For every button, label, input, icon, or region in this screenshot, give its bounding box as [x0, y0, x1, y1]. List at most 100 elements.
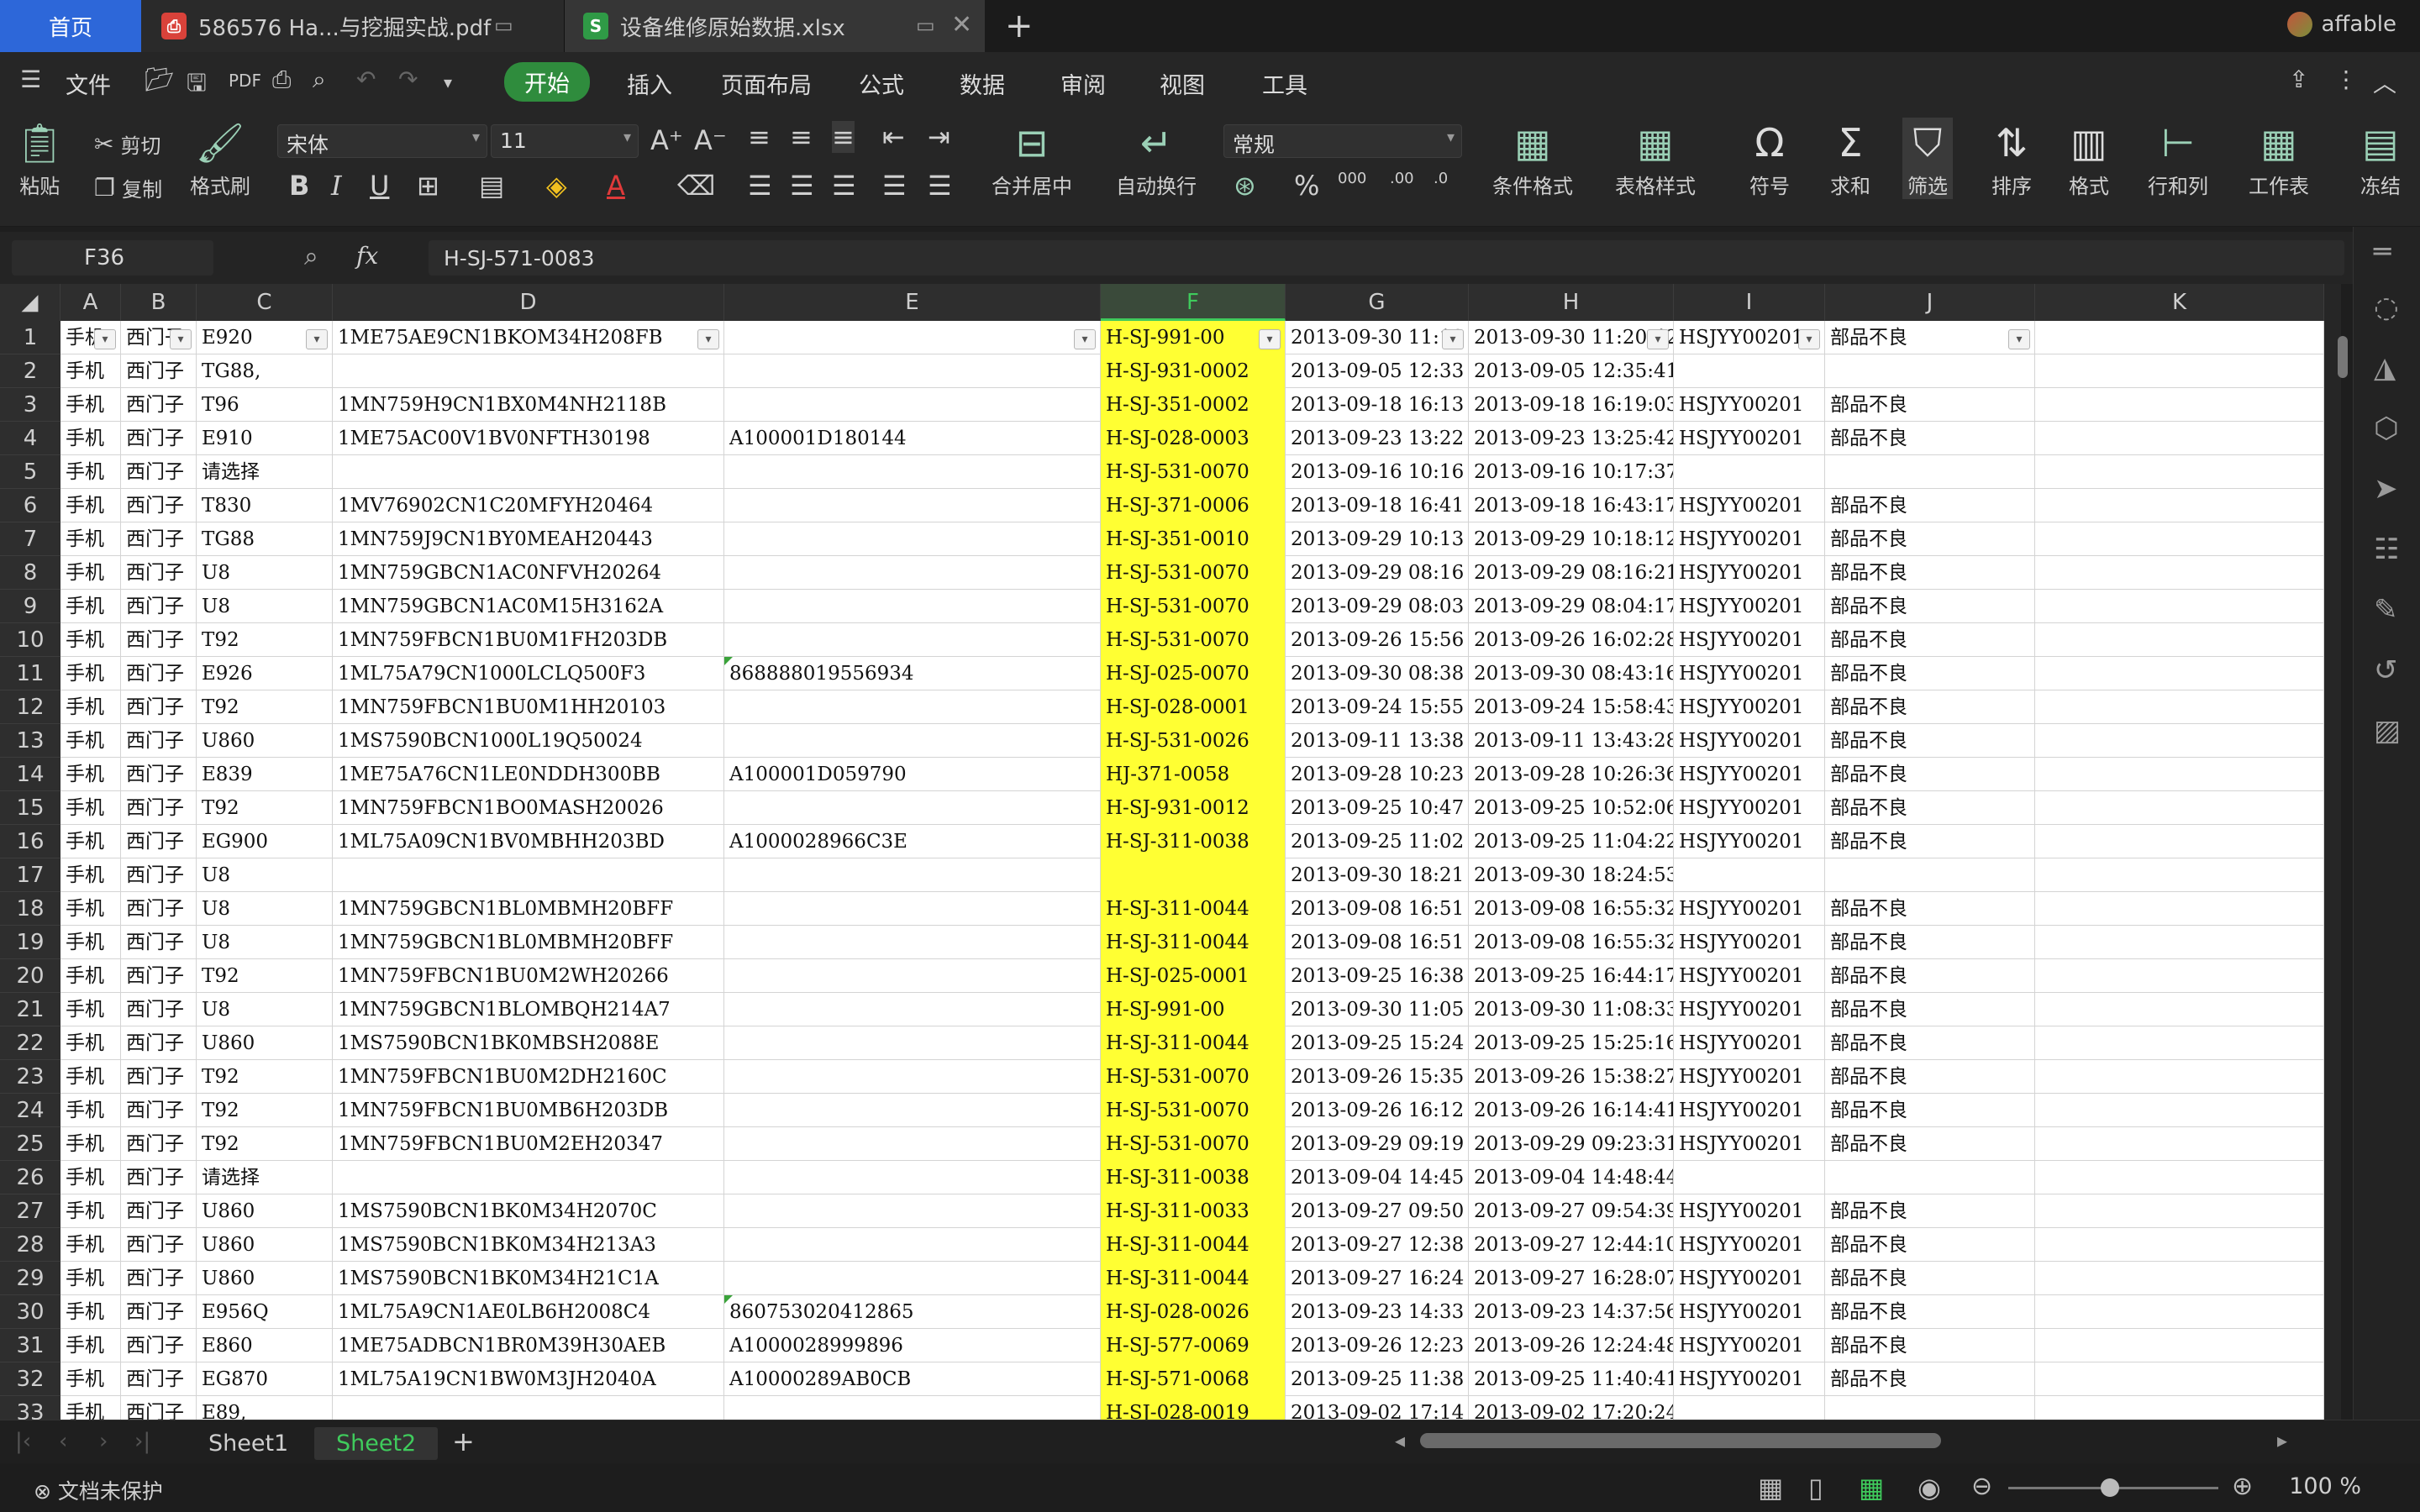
column-header-k[interactable]: K [2035, 284, 2324, 321]
cell-k[interactable] [2035, 690, 2324, 724]
cell-i[interactable]: HSJYY00201 [1674, 1026, 1825, 1060]
cell-j[interactable]: 部品不良 [1825, 724, 2035, 758]
increase-indent-icon[interactable]: ⇥ [928, 121, 950, 153]
cell-b[interactable]: 西门子 [121, 1396, 197, 1420]
cell-j[interactable] [1825, 354, 2035, 388]
cell-j[interactable]: 部品不良 [1825, 959, 2035, 993]
cell-j[interactable]: 部品不良 [1825, 690, 2035, 724]
edit-icon[interactable]: ✎ [2374, 593, 2398, 627]
cell-d[interactable]: 1MS7590BCN1BK0M34H213A3 [333, 1228, 724, 1262]
cell-f[interactable]: H-SJ-311-0044 [1101, 1262, 1286, 1295]
cell-e[interactable] [724, 489, 1101, 522]
scroll-left-icon[interactable]: ◂ [1395, 1429, 1405, 1452]
cell-c[interactable]: TG88, [197, 354, 333, 388]
cell-b[interactable]: 西门子 [121, 522, 197, 556]
cell-f[interactable] [1101, 858, 1286, 892]
clear-format-icon[interactable]: ⌫ [677, 170, 715, 202]
hexagon-icon[interactable]: ⬡ [2374, 412, 2399, 445]
cell-k[interactable] [2035, 1262, 2324, 1295]
cell-a[interactable]: 手机 [60, 1228, 121, 1262]
wrap-text-button[interactable]: ↵ 自动换行 [1116, 118, 1197, 199]
filter-dropdown-icon[interactable]: ▾ [1442, 329, 1464, 349]
cell-f[interactable]: H-SJ-531-0026 [1101, 724, 1286, 758]
cell-h[interactable]: 2013-09-26 15:38:27 [1469, 1060, 1674, 1094]
underline-icon[interactable]: U [370, 170, 389, 202]
copy-button[interactable]: ❐ 复制 [94, 173, 162, 202]
cell-i[interactable]: HSJYY00201 [1674, 1094, 1825, 1127]
zoom-find-icon[interactable]: ⌕ [304, 242, 318, 271]
cell-g[interactable]: 2013-09-25 16:38 [1286, 959, 1469, 993]
symbol-button[interactable]: Ω 符号 [1749, 118, 1790, 199]
cell-g[interactable]: 2013-09-30 18:21 [1286, 858, 1469, 892]
cell-i[interactable]: HSJYY00201 [1674, 1127, 1825, 1161]
cell-b[interactable]: 西门子 [121, 724, 197, 758]
cell-e[interactable] [724, 724, 1101, 758]
font-size-select[interactable]: 11 ▾ [491, 124, 639, 158]
cell-c[interactable]: 请选择 [197, 455, 333, 489]
cell-k[interactable] [2035, 959, 2324, 993]
cell-b[interactable]: 西门子 [121, 1094, 197, 1127]
cell-h[interactable]: 2013-09-24 15:58:43 [1469, 690, 1674, 724]
thousands-separator-icon[interactable]: 000 [1338, 170, 1366, 187]
cell-g[interactable]: 2013-09-29 08:16 [1286, 556, 1469, 590]
cell-k[interactable] [2035, 1362, 2324, 1396]
cell-i[interactable]: HSJYY00201 [1674, 825, 1825, 858]
column-header-d[interactable]: D [333, 284, 724, 321]
cell-j[interactable]: 部品不良 [1825, 388, 2035, 422]
cell-g[interactable]: 2013-09-04 14:45 [1286, 1161, 1469, 1194]
zoom-in-icon[interactable]: ⊕ [2232, 1472, 2253, 1501]
cell-h[interactable]: 2013-09-04 14:48:44 [1469, 1161, 1674, 1194]
cell-b[interactable]: 西门子 [121, 959, 197, 993]
row-header[interactable]: 25 [0, 1127, 60, 1161]
cell-b[interactable]: 西门子 [121, 422, 197, 455]
cell-k[interactable] [2035, 388, 2324, 422]
protection-status[interactable]: ⊗ 文档未保护 [34, 1475, 163, 1505]
cut-button[interactable]: ✂ 剪切 [94, 129, 160, 159]
row-header[interactable]: 32 [0, 1362, 60, 1396]
cell-g[interactable]: 2013-09-25 15:24 [1286, 1026, 1469, 1060]
cell-f[interactable]: H-SJ-028-0003 [1101, 422, 1286, 455]
cell-c[interactable]: T92 [197, 791, 333, 825]
cell-i[interactable]: HSJYY00201 [1674, 1060, 1825, 1094]
cell-f[interactable]: H-SJ-371-0006 [1101, 489, 1286, 522]
cell-k[interactable] [2035, 1228, 2324, 1262]
fill-color-icon[interactable]: ◈ [546, 170, 567, 202]
cell-i[interactable]: HSJYY00201 [1674, 724, 1825, 758]
horizontal-scroll-thumb[interactable] [1420, 1433, 1941, 1448]
cell-c[interactable]: U8 [197, 858, 333, 892]
cell-a[interactable]: 手机 [60, 825, 121, 858]
cell-b[interactable]: 西门子 [121, 993, 197, 1026]
number-format-select[interactable]: 常规 ▾ [1223, 124, 1462, 158]
cell-f[interactable]: H-SJ-351-0002 [1101, 388, 1286, 422]
cell-area[interactable]: 手机 ▾ 西门子 ▾ E920 ▾ 1ME75AE9CN1BKOM34H208FB ▾ ▾ H-S… [60, 321, 2324, 1420]
cell-e[interactable] [724, 354, 1101, 388]
row-header[interactable]: 10 [0, 623, 60, 657]
row-header[interactable]: 11 [0, 657, 60, 690]
cell-i[interactable]: HSJYY00201 [1674, 959, 1825, 993]
cell-a[interactable]: 手机 [60, 892, 121, 926]
cell-k[interactable] [2035, 590, 2324, 623]
row-header[interactable]: 13 [0, 724, 60, 758]
cell-b[interactable]: 西门子 [121, 1228, 197, 1262]
cell-i[interactable]: HSJYY00201 [1674, 556, 1825, 590]
save-icon[interactable]: 🖫 [187, 66, 207, 106]
cell-g[interactable]: 2013-09-18 16:13 [1286, 388, 1469, 422]
italic-icon[interactable]: I [331, 170, 342, 202]
cell-a[interactable]: 手机 [60, 1161, 121, 1194]
format-painter-button[interactable]: 🖌︎ 格式刷 [190, 118, 250, 199]
cell-e[interactable] [724, 1194, 1101, 1228]
cell-h[interactable]: 2013-09-25 16:44:17 [1469, 959, 1674, 993]
cell-k[interactable] [2035, 1127, 2324, 1161]
cell-f[interactable]: H-SJ-311-0038 [1101, 825, 1286, 858]
cell-i[interactable]: HSJYY00201 [1674, 422, 1825, 455]
close-tab-icon[interactable]: ✕ [951, 10, 972, 39]
cell-k[interactable] [2035, 1295, 2324, 1329]
cell-e[interactable] [724, 1026, 1101, 1060]
cell-i[interactable]: HSJYY00201 [1674, 1262, 1825, 1295]
cell-k[interactable] [2035, 1194, 2324, 1228]
cell-h[interactable]: 2013-09-27 12:44:10 [1469, 1228, 1674, 1262]
cell-f[interactable]: H-SJ-311-0044 [1101, 926, 1286, 959]
cell-j[interactable]: 部品不良 [1825, 422, 2035, 455]
cell-a[interactable]: 手机 [60, 455, 121, 489]
cell-c[interactable]: U8 [197, 892, 333, 926]
